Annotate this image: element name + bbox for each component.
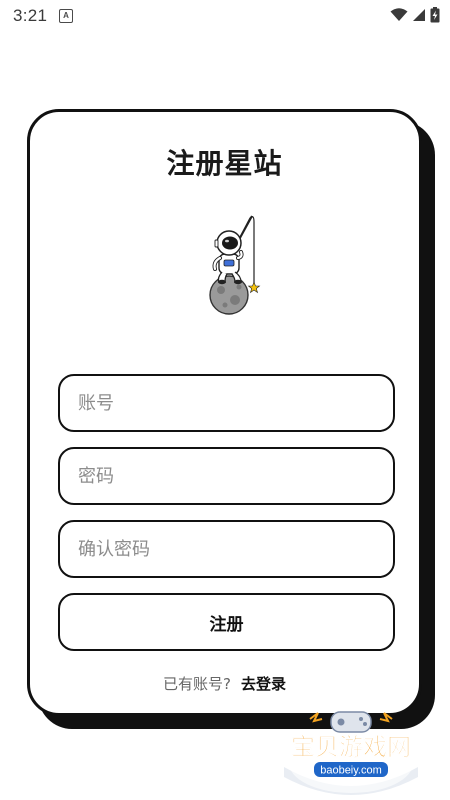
page-title: 注册星站 — [166, 147, 283, 180]
a-badge-icon: A — [59, 9, 73, 23]
password-input[interactable] — [60, 449, 393, 503]
astronaut-fishing-icon — [209, 215, 261, 315]
watermark-logo: 宝贝游戏网 baobeiy.com — [284, 711, 418, 795]
account-field[interactable] — [58, 374, 395, 432]
watermark-domain: baobeiy.com — [320, 765, 382, 777]
confirm-password-field[interactable] — [58, 520, 395, 578]
watermark-text: 宝贝游戏网 — [291, 733, 411, 761]
go-login-link[interactable]: 去登录 — [241, 675, 286, 693]
status-bar: 3:21 A — [0, 0, 450, 32]
signal-icon — [413, 9, 425, 21]
register-screen: 3:21 A 注册星站 账号 注册 已有账号? 去登录 宝贝游戏网 baobei… — [0, 0, 450, 800]
password-field[interactable] — [58, 447, 395, 505]
status-icons — [390, 7, 440, 23]
register-button-label: 注册 — [209, 614, 244, 635]
status-time: 3:21 — [13, 6, 48, 25]
confirm-password-input[interactable] — [60, 522, 393, 576]
battery-charging-icon — [430, 7, 440, 23]
register-card: 注册星站 账号 注册 已有账号? 去登录 — [27, 109, 422, 716]
account-input[interactable] — [60, 376, 393, 430]
wifi-icon — [390, 8, 408, 21]
has-account-text: 已有账号? — [163, 675, 231, 693]
register-button[interactable]: 注册 — [58, 593, 395, 651]
login-prompt: 已有账号? 去登录 — [30, 673, 419, 694]
